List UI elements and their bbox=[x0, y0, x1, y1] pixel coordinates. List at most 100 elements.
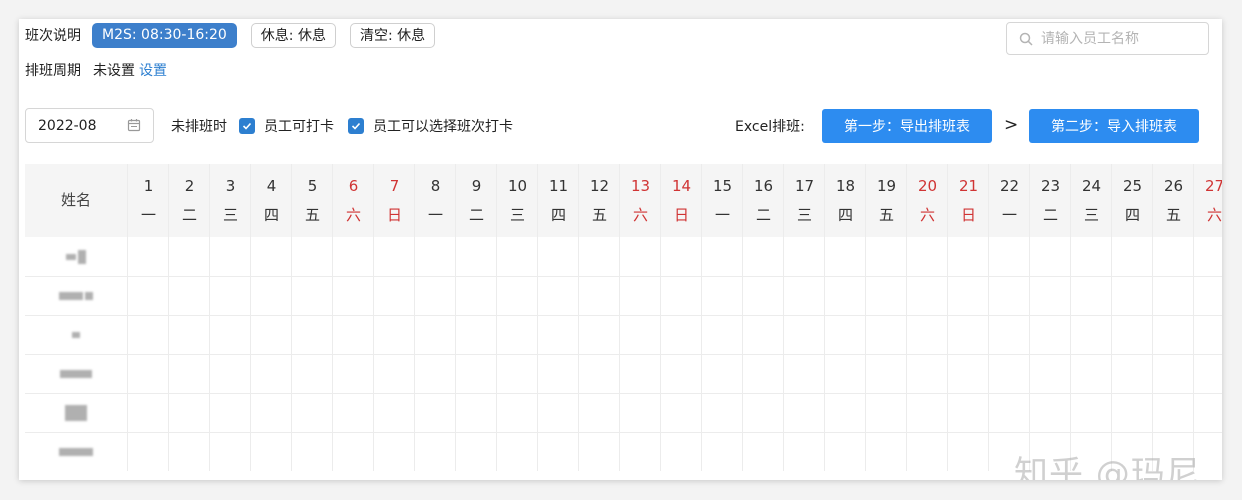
weekday-label: 二 bbox=[468, 206, 484, 224]
watermark: 知乎 @玛尼 bbox=[1014, 454, 1201, 480]
table-row[interactable] bbox=[25, 354, 1222, 393]
weekday-label: 日 bbox=[386, 206, 402, 224]
day-header-3: 3三 bbox=[210, 164, 251, 237]
schedule-cycle: 排班周期 未设置 设置 bbox=[25, 59, 167, 81]
weekday-label: 二 bbox=[1042, 206, 1058, 224]
weekday-label: 日 bbox=[960, 206, 976, 224]
check-icon bbox=[351, 122, 361, 130]
day-number: 7 bbox=[389, 177, 400, 195]
cycle-label: 排班周期 bbox=[25, 63, 81, 79]
day-header-1: 1一 bbox=[128, 164, 169, 237]
day-header-6: 6六 bbox=[333, 164, 374, 237]
employee-name-redacted bbox=[58, 288, 95, 304]
import-schedule-button[interactable]: 第二步：导入排班表 bbox=[1029, 109, 1199, 143]
day-number: 24 bbox=[1081, 177, 1102, 195]
day-header-18: 18 四 bbox=[825, 164, 866, 237]
weekday-label: 四 bbox=[263, 206, 279, 224]
day-number: 17 bbox=[794, 177, 815, 195]
weekday-label: 五 bbox=[1165, 206, 1181, 224]
employee-name-redacted bbox=[59, 366, 94, 382]
weekday-label: 四 bbox=[550, 206, 566, 224]
day-header-23: 23 二 bbox=[1030, 164, 1071, 237]
month-value: 2022-08 bbox=[38, 117, 97, 134]
table-row[interactable] bbox=[25, 237, 1222, 276]
day-number: 4 bbox=[266, 177, 277, 195]
day-number: 20 bbox=[917, 177, 938, 195]
weekday-label: 五 bbox=[304, 206, 320, 224]
day-number: 27 bbox=[1204, 177, 1222, 195]
employee-search[interactable] bbox=[1006, 22, 1209, 55]
day-header-24: 24 三 bbox=[1071, 164, 1112, 237]
day-number: 26 bbox=[1163, 177, 1184, 195]
weekday-label: 三 bbox=[222, 206, 238, 224]
day-header-2: 2二 bbox=[169, 164, 210, 237]
day-header-19: 19 五 bbox=[866, 164, 907, 237]
day-header-25: 25 四 bbox=[1112, 164, 1153, 237]
day-header-22: 22 一 bbox=[989, 164, 1030, 237]
export-schedule-button[interactable]: 第一步：导出排班表 bbox=[822, 109, 992, 143]
day-number: 6 bbox=[348, 177, 359, 195]
weekday-label: 二 bbox=[755, 206, 771, 224]
weekday-label: 五 bbox=[591, 206, 607, 224]
weekday-label: 一 bbox=[140, 206, 156, 224]
day-number: 19 bbox=[876, 177, 897, 195]
day-header-15: 15 一 bbox=[702, 164, 743, 237]
weekday-label: 二 bbox=[181, 206, 197, 224]
day-number: 14 bbox=[671, 177, 692, 195]
day-header-8: 8一 bbox=[415, 164, 456, 237]
day-header-26: 26 五 bbox=[1153, 164, 1194, 237]
employee-name-redacted bbox=[65, 249, 88, 265]
day-header-20: 20 六 bbox=[907, 164, 948, 237]
day-header-27: 27 六 bbox=[1194, 164, 1222, 237]
month-picker[interactable]: 2022-08 bbox=[25, 108, 154, 143]
search-input[interactable] bbox=[1039, 29, 1203, 48]
weekday-label: 五 bbox=[878, 206, 894, 224]
day-header-4: 4四 bbox=[251, 164, 292, 237]
grid-hline bbox=[25, 432, 1222, 433]
weekday-label: 三 bbox=[1083, 206, 1099, 224]
table-row[interactable] bbox=[25, 393, 1222, 432]
weekday-label: 一 bbox=[714, 206, 730, 224]
table-row[interactable] bbox=[25, 276, 1222, 315]
weekday-label: 六 bbox=[919, 206, 935, 224]
day-header-17: 17 三 bbox=[784, 164, 825, 237]
day-number: 22 bbox=[999, 177, 1020, 195]
employee-name-redacted bbox=[64, 405, 89, 421]
day-number: 21 bbox=[958, 177, 979, 195]
day-header-21: 21 日 bbox=[948, 164, 989, 237]
day-header-16: 16 二 bbox=[743, 164, 784, 237]
weekday-label: 三 bbox=[509, 206, 525, 224]
day-header-5: 5五 bbox=[292, 164, 333, 237]
grid-hline bbox=[25, 315, 1222, 316]
shift-chip-m2s[interactable]: M2S: 08:30-16:20 bbox=[92, 22, 237, 48]
grid-hline bbox=[25, 276, 1222, 277]
check-icon bbox=[242, 122, 252, 130]
day-number: 10 bbox=[507, 177, 528, 195]
shift-legend: 班次说明 M2S: 08:30-16:20 休息: 休息 清空: 休息 bbox=[25, 22, 436, 48]
day-header-9: 9二 bbox=[456, 164, 497, 237]
day-number: 1 bbox=[143, 177, 154, 195]
weekday-label: 六 bbox=[345, 206, 361, 224]
shift-chip-clear[interactable]: 清空: 休息 bbox=[349, 22, 436, 48]
day-number: 2 bbox=[184, 177, 195, 195]
weekday-label: 四 bbox=[837, 206, 853, 224]
day-header-14: 14 日 bbox=[661, 164, 702, 237]
schedule-options: 未排班时 员工可打卡 员工可以选择班次打卡 bbox=[171, 115, 513, 137]
cycle-settings-link[interactable]: 设置 bbox=[139, 60, 167, 80]
day-number: 13 bbox=[630, 177, 651, 195]
punch-label: 员工可打卡 bbox=[264, 119, 334, 135]
day-header-10: 10 三 bbox=[497, 164, 538, 237]
employee-name-redacted bbox=[71, 327, 82, 343]
weekday-label: 三 bbox=[796, 206, 812, 224]
employee-name-redacted bbox=[58, 444, 95, 460]
weekday-label: 日 bbox=[673, 206, 689, 224]
day-number: 5 bbox=[307, 177, 318, 195]
name-column-header: 姓名 bbox=[60, 191, 91, 209]
choose-shift-checkbox[interactable] bbox=[348, 118, 364, 134]
day-number: 23 bbox=[1040, 177, 1061, 195]
table-row[interactable] bbox=[25, 315, 1222, 354]
day-number: 11 bbox=[548, 177, 569, 195]
day-number: 16 bbox=[753, 177, 774, 195]
shift-chip-rest[interactable]: 休息: 休息 bbox=[250, 22, 336, 48]
punch-checkbox[interactable] bbox=[239, 118, 255, 134]
